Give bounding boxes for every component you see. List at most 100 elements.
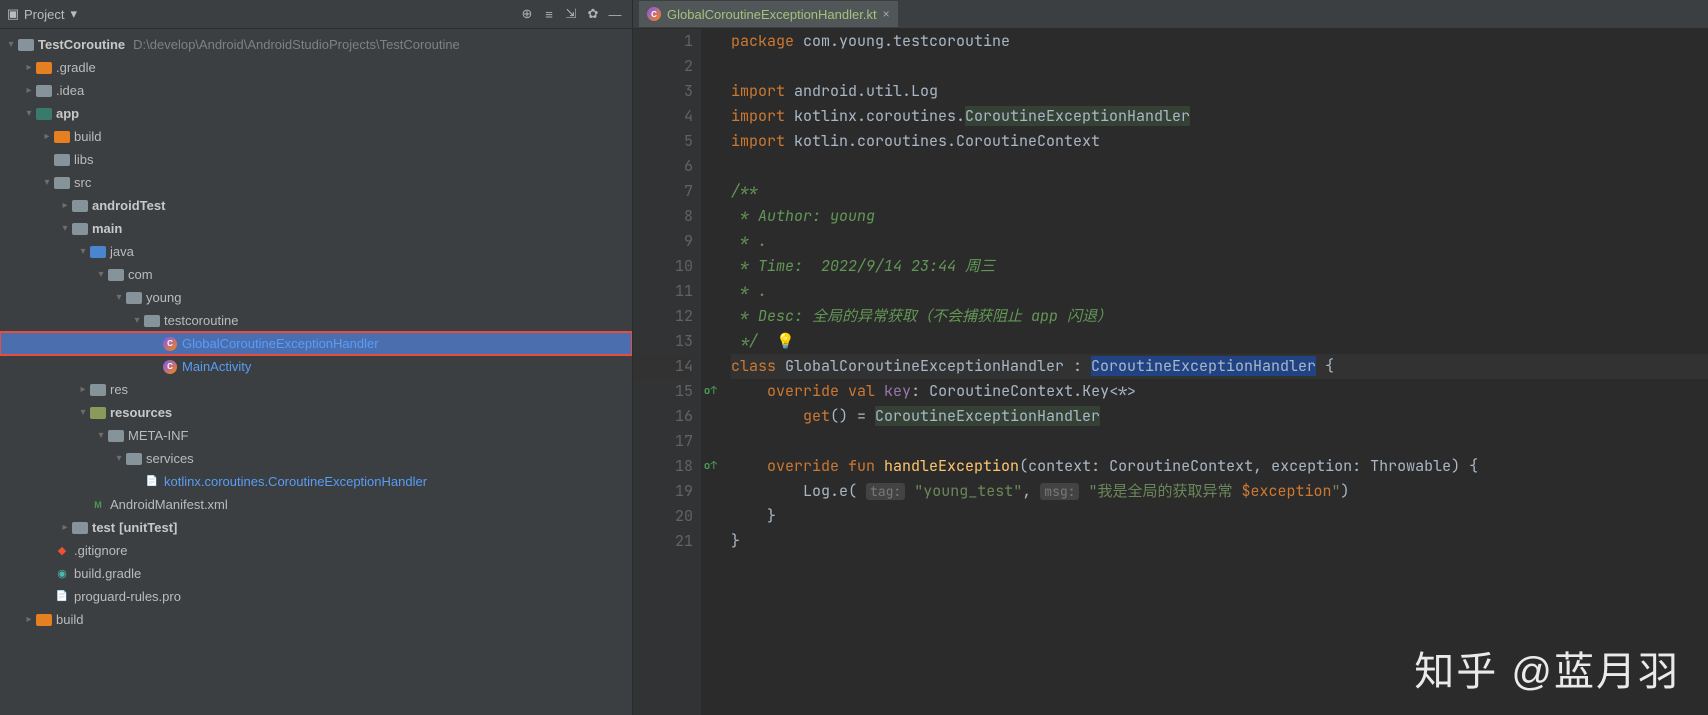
tree-androidtest[interactable]: ▸ androidTest <box>0 194 632 217</box>
tree-proguard[interactable]: 📄 proguard-rules.pro <box>0 585 632 608</box>
code-area[interactable]: 1 2 3 4 5 6 7 8 9 10 11 12 13 14 15o↑ 16… <box>633 29 1708 715</box>
tree-main[interactable]: ▾ main <box>0 217 632 240</box>
project-icon: ▣ <box>6 7 20 21</box>
module-folder-icon <box>36 107 52 121</box>
chevron-down-icon: ▾ <box>76 246 90 257</box>
chevron-right-icon: ▸ <box>22 614 36 625</box>
text-file-icon: 📄 <box>144 475 160 489</box>
tree-label: com <box>128 267 153 282</box>
line-number: 20 <box>633 504 693 529</box>
hide-icon[interactable]: — <box>604 3 626 25</box>
chevron-down-icon: ▾ <box>112 292 126 303</box>
tree-label: build <box>56 612 83 627</box>
tree-idea[interactable]: ▸ .idea <box>0 79 632 102</box>
settings-icon[interactable]: ✿ <box>582 3 604 25</box>
chevron-right-icon: ▸ <box>58 200 72 211</box>
manifest-icon: M <box>90 498 106 512</box>
tree-label: libs <box>74 152 94 167</box>
tree-testcoroutine[interactable]: ▾ testcoroutine <box>0 309 632 332</box>
tree-label: META-INF <box>128 428 188 443</box>
tree-test[interactable]: ▸ test [unitTest] <box>0 516 632 539</box>
tree-root[interactable]: ▾ TestCoroutine D:\develop\Android\Andro… <box>0 33 632 56</box>
folder-icon <box>54 176 70 190</box>
tree-label: resources <box>110 405 172 420</box>
tree-label: MainActivity <box>182 359 251 374</box>
tree-resources[interactable]: ▾ resources <box>0 401 632 424</box>
folder-icon <box>126 452 142 466</box>
tree-label: AndroidManifest.xml <box>110 497 228 512</box>
chevron-right-icon: ▸ <box>76 384 90 395</box>
tree-label: androidTest <box>92 198 165 213</box>
tree-label: test <box>92 520 115 535</box>
tab-label: GlobalCoroutineExceptionHandler.kt <box>667 7 877 22</box>
tree-label: src <box>74 175 91 190</box>
tree-gradle[interactable]: ▸ .gradle <box>0 56 632 79</box>
tree-label: .idea <box>56 83 84 98</box>
tree-gitignore[interactable]: ◆ .gitignore <box>0 539 632 562</box>
chevron-down-icon: ▾ <box>94 430 108 441</box>
line-number: 13 <box>633 329 693 354</box>
tree-res[interactable]: ▸ res <box>0 378 632 401</box>
folder-icon <box>90 383 106 397</box>
tree-src[interactable]: ▾ src <box>0 171 632 194</box>
intention-bulb-icon[interactable]: 💡 <box>776 331 795 351</box>
project-sidebar: ▣ Project ▾ ⊕ ≡ ⇲ ✿ — ▾ TestCoroutine D:… <box>0 0 633 715</box>
editor-tab[interactable]: C GlobalCoroutineExceptionHandler.kt × <box>639 1 898 27</box>
chevron-down-icon: ▾ <box>58 223 72 234</box>
tree-label: testcoroutine <box>164 313 238 328</box>
tree-build[interactable]: ▸ build <box>0 125 632 148</box>
package-icon <box>126 291 142 305</box>
tree-buildgradle[interactable]: ◉ build.gradle <box>0 562 632 585</box>
line-number: 5 <box>633 129 693 154</box>
tree-app[interactable]: ▾ app <box>0 102 632 125</box>
chevron-right-icon: ▸ <box>58 522 72 533</box>
sidebar-title: Project <box>24 7 64 22</box>
tree-services[interactable]: ▾ services <box>0 447 632 470</box>
tree-metainf[interactable]: ▾ META-INF <box>0 424 632 447</box>
kotlin-class-icon: C <box>162 337 178 351</box>
folder-icon <box>108 429 124 443</box>
line-number: 1 <box>633 29 693 54</box>
chevron-right-icon: ▸ <box>40 131 54 142</box>
tree-young[interactable]: ▾ young <box>0 286 632 309</box>
tree-com[interactable]: ▾ com <box>0 263 632 286</box>
code-content[interactable]: package com.young.testcoroutine import a… <box>701 29 1708 715</box>
chevron-down-icon: ▾ <box>76 407 90 418</box>
chevron-spacer <box>40 154 54 165</box>
chevron-down-icon: ▾ <box>4 39 18 50</box>
tree-path: D:\develop\Android\AndroidStudioProjects… <box>133 37 460 52</box>
expand-icon[interactable]: ≡ <box>538 3 560 25</box>
folder-icon <box>72 222 88 236</box>
package-icon <box>144 314 160 328</box>
editor-tabbar: C GlobalCoroutineExceptionHandler.kt × <box>633 0 1708 29</box>
collapse-icon[interactable]: ⇲ <box>560 3 582 25</box>
tree-label: young <box>146 290 181 305</box>
line-number: 7 <box>633 179 693 204</box>
folder-icon <box>36 61 52 75</box>
line-number: 21 <box>633 529 693 554</box>
close-icon[interactable]: × <box>883 7 890 21</box>
tree-file-mainactivity[interactable]: C MainActivity <box>0 355 632 378</box>
tree-manifest[interactable]: M AndroidManifest.xml <box>0 493 632 516</box>
project-dropdown-icon[interactable]: ▾ <box>70 6 77 22</box>
chevron-down-icon: ▾ <box>40 177 54 188</box>
chevron-down-icon: ▾ <box>112 453 126 464</box>
tree-label: build <box>74 129 101 144</box>
kotlin-class-icon: C <box>162 360 178 374</box>
git-icon: ◆ <box>54 544 70 558</box>
folder-icon <box>72 521 88 535</box>
project-folder-icon <box>18 38 34 52</box>
tree-libs[interactable]: libs <box>0 148 632 171</box>
locate-icon[interactable]: ⊕ <box>516 3 538 25</box>
tree-java[interactable]: ▾ java <box>0 240 632 263</box>
tree-label: kotlinx.coroutines.CoroutineExceptionHan… <box>164 474 427 489</box>
tree-servicefile[interactable]: 📄 kotlinx.coroutines.CoroutineExceptionH… <box>0 470 632 493</box>
sidebar-header: ▣ Project ▾ ⊕ ≡ ⇲ ✿ — <box>0 0 632 29</box>
folder-icon <box>72 199 88 213</box>
line-number: 12 <box>633 304 693 329</box>
line-number: 14 <box>633 354 693 379</box>
code-editor: C GlobalCoroutineExceptionHandler.kt × 1… <box>633 0 1708 715</box>
line-number: 9 <box>633 229 693 254</box>
tree-rootbuild[interactable]: ▸ build <box>0 608 632 631</box>
tree-file-globalhandler[interactable]: C GlobalCoroutineExceptionHandler <box>0 332 632 355</box>
